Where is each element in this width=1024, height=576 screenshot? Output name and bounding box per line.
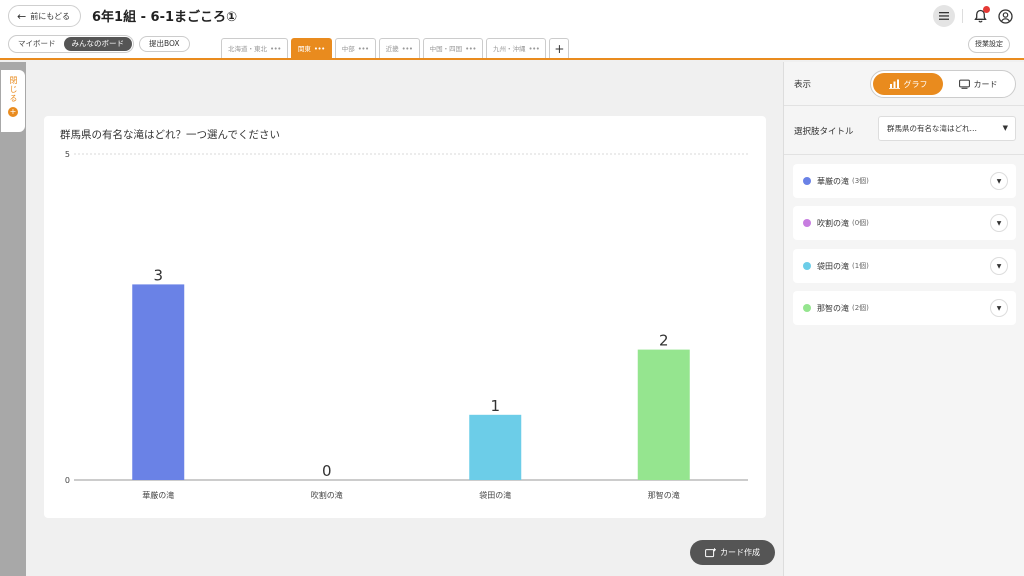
graph-view-button[interactable]: グラフ — [873, 73, 943, 95]
user-circle-icon[interactable] — [994, 5, 1016, 27]
choice-name: 吹割の滝 — [817, 218, 849, 228]
choice-item-fukuroda[interactable]: 袋田の滝 (1個) ▼ — [793, 249, 1016, 283]
close-panel-button[interactable]: 閉じる + — [1, 70, 25, 132]
arrow-left-icon: ← — [17, 9, 27, 23]
add-tab-button[interactable]: + — [549, 38, 570, 58]
create-card-label: カード作成 — [720, 548, 760, 557]
tab-kinki[interactable]: 近畿 ••• — [378, 38, 420, 59]
display-row: 表示 グラフ カード — [784, 62, 1024, 106]
tab-kanto[interactable]: 関東 ••• — [290, 38, 332, 59]
app-header: ← 前にもどる 6年1組 - 6-1まごころ① マイボード みんなのボード 提出… — [0, 0, 1024, 60]
submit-box-button[interactable]: 提出BOX — [139, 36, 190, 52]
chevron-down-icon[interactable]: ▼ — [990, 257, 1008, 275]
my-board-option[interactable]: マイボード — [10, 37, 64, 51]
choice-color-dot — [803, 304, 811, 312]
panel-divider — [784, 154, 1024, 155]
more-icon[interactable]: ••• — [402, 39, 413, 59]
chevron-down-icon[interactable]: ▼ — [990, 299, 1008, 317]
more-icon[interactable]: ••• — [528, 39, 539, 59]
chevron-down-icon[interactable]: ▼ — [990, 214, 1008, 232]
bar-1 — [132, 284, 185, 480]
back-button-label: 前にもどる — [30, 11, 71, 21]
bar-4 — [637, 349, 690, 480]
left-panel-strip — [0, 62, 26, 576]
board-switch: マイボード みんなのボード — [8, 35, 134, 53]
y-tick-label: 0 — [65, 476, 70, 485]
bar-chart: 0 5 3 華厳の滝 0 吹割の滝 1 袋田の滝 2 那智の滝 — [65, 150, 748, 500]
tab-label: 中部 — [341, 44, 355, 53]
tab-label: 北海道・東北 — [228, 44, 267, 53]
selection-title-dropdown[interactable]: 群馬県の有名な滝はどれ… ▼ — [878, 116, 1016, 141]
y-tick-label: 5 — [65, 150, 70, 159]
choice-count: (3個) — [852, 177, 869, 185]
graph-view-label: グラフ — [903, 79, 928, 89]
header-divider — [962, 9, 963, 23]
chart-card: 群馬県の有名な滝はどれ？一つ選んでください 0 5 3 華厳の滝 0 吹割の滝 1 袋田の滝 2… — [44, 116, 766, 518]
back-button[interactable]: ← 前にもどる — [8, 5, 82, 27]
choice-count: (0個) — [852, 219, 869, 227]
more-icon[interactable]: ••• — [358, 39, 369, 59]
plus-icon: + — [8, 107, 18, 117]
bell-icon[interactable] — [969, 5, 991, 27]
tab-label: 九州・沖縄 — [492, 44, 526, 53]
tab-label: 中国・四国 — [429, 44, 463, 53]
bar-chart-icon — [888, 79, 900, 89]
selection-title-label: 選択肢タイトル — [794, 127, 854, 137]
choice-count: (1個) — [852, 262, 869, 270]
everyone-board-option[interactable]: みんなのボード — [63, 37, 132, 51]
page-title: 6年1組 - 6-1まごころ① — [92, 10, 238, 25]
chevron-down-icon[interactable]: ▼ — [990, 172, 1008, 190]
bar-value-label: 1 — [490, 397, 500, 415]
tab-hokkaido-tohoku[interactable]: 北海道・東北 ••• — [221, 38, 288, 58]
choice-name: 袋田の滝 — [817, 261, 849, 271]
tab-label: 近畿 — [385, 44, 399, 53]
create-card-button[interactable]: カード作成 — [690, 540, 775, 565]
tab-label: 関東 — [297, 44, 311, 53]
lesson-settings-button[interactable]: 授業設定 — [968, 36, 1010, 53]
choice-name: 華厳の滝 — [817, 176, 849, 186]
notification-badge — [983, 6, 990, 13]
region-tabs: 北海道・東北 ••• 関東 ••• 中部 ••• 近畿 ••• 中国・四国 ••• 九州・… — [221, 38, 570, 59]
right-panel: 表示 グラフ カード 選択肢タイトル 群馬県の有名な滝はどれ… ▼ 華厳の滝 (… — [783, 62, 1024, 576]
card-icon — [958, 79, 970, 89]
choice-color-dot — [803, 177, 811, 185]
caret-down-icon: ▼ — [1002, 124, 1008, 132]
more-icon[interactable]: ••• — [314, 39, 325, 59]
x-tick-label: 袋田の滝 — [479, 490, 511, 500]
menu-icon[interactable] — [933, 5, 955, 27]
card-view-button[interactable]: カード — [943, 73, 1013, 95]
display-label: 表示 — [794, 80, 812, 90]
tab-chugoku-shikoku[interactable]: 中国・四国 ••• — [422, 38, 483, 59]
view-toggle: グラフ カード — [870, 70, 1016, 98]
x-tick-label: 華厳の滝 — [142, 490, 174, 500]
card-view-label: カード — [973, 79, 998, 89]
choice-item-fukiware[interactable]: 吹割の滝 (0個) ▼ — [793, 206, 1016, 240]
bar-3 — [469, 414, 522, 480]
x-tick-label: 吹割の滝 — [311, 490, 343, 500]
selection-title-value: 群馬県の有名な滝はどれ… — [887, 124, 977, 133]
choice-item-kegon[interactable]: 華厳の滝 (3個) ▼ — [793, 164, 1016, 198]
bar-value-label: 2 — [659, 332, 669, 350]
bar-value-label: 3 — [153, 266, 163, 284]
choice-count: (2個) — [852, 304, 869, 312]
more-icon[interactable]: ••• — [465, 39, 476, 59]
choice-item-nachi[interactable]: 那智の滝 (2個) ▼ — [793, 291, 1016, 325]
choice-color-dot — [803, 219, 811, 227]
bar-value-label: 0 — [322, 462, 332, 480]
close-panel-label: 閉じる — [9, 76, 18, 103]
choice-color-dot — [803, 262, 811, 270]
add-card-icon — [705, 547, 716, 557]
choice-name: 那智の滝 — [817, 303, 849, 313]
tab-kyushu-okinawa[interactable]: 九州・沖縄 ••• — [485, 38, 547, 59]
more-icon[interactable]: ••• — [270, 39, 281, 59]
x-tick-label: 那智の滝 — [648, 490, 680, 500]
tab-chubu[interactable]: 中部 ••• — [334, 38, 376, 59]
